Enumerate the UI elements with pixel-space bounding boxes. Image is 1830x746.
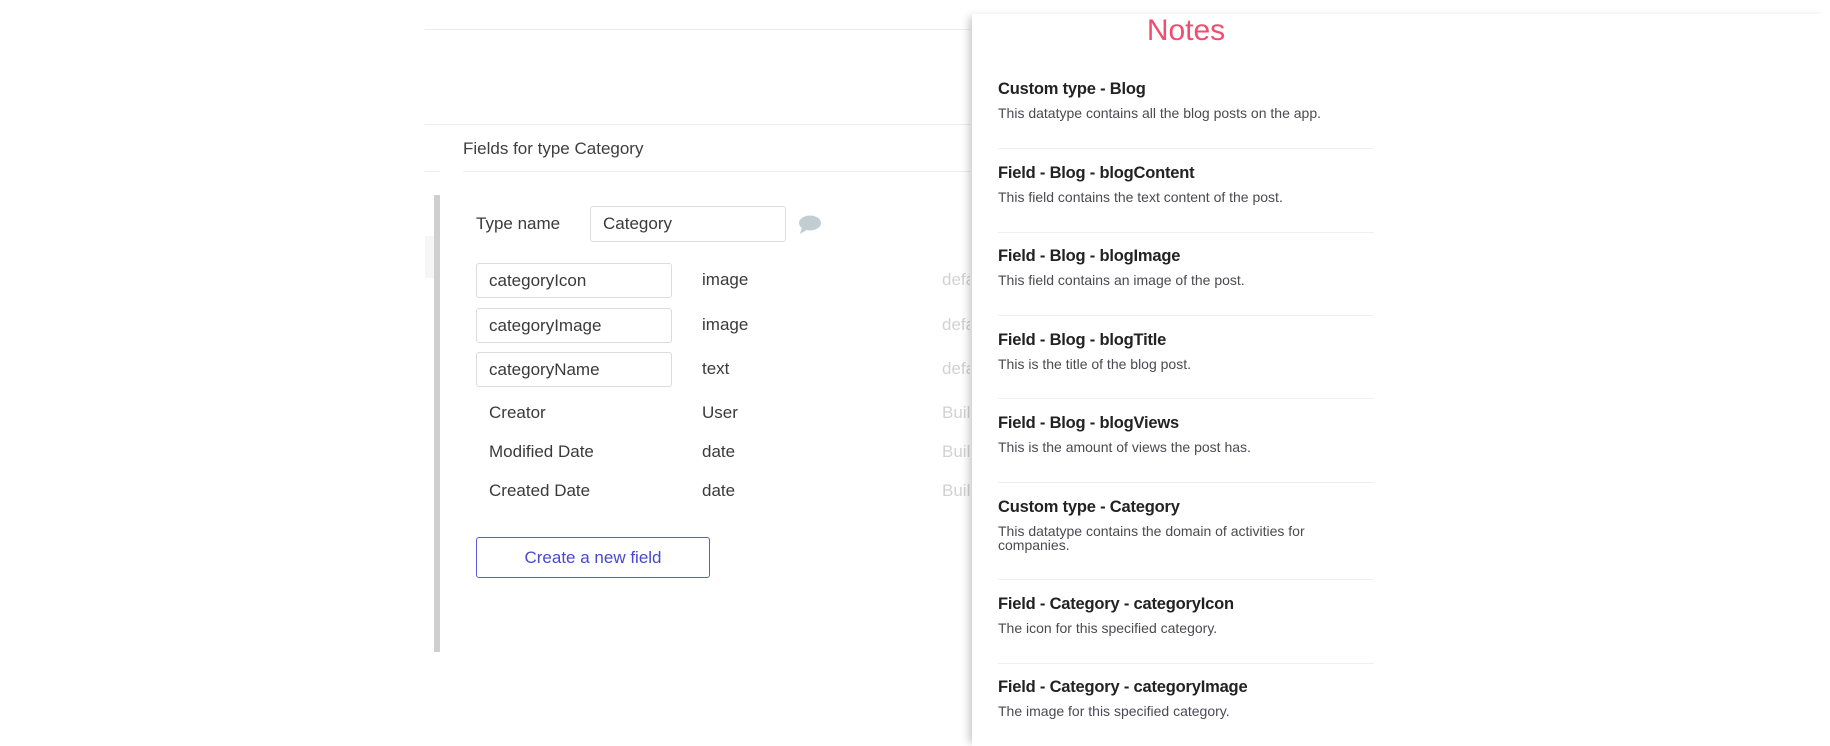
notes-panel: Notes Custom type - Blog This datatype c… <box>972 14 1830 746</box>
note-heading: Field - Blog - blogImage <box>998 247 1181 265</box>
note-description: The image for this specified category. <box>998 703 1230 719</box>
note-divider <box>998 482 1374 483</box>
builtin-field-note: Built-in <box>942 481 970 500</box>
note-divider <box>998 232 1374 233</box>
note-description: This datatype contains all the blog post… <box>998 105 1321 121</box>
builtin-field-type: date <box>702 481 736 500</box>
note-description: The icon for this specified category. <box>998 620 1218 636</box>
note-item[interactable]: Field - Blog - blogContent This field co… <box>998 164 1374 204</box>
note-heading: Custom type - Category <box>998 498 1180 516</box>
section-divider <box>425 124 970 125</box>
builtin-field-name: Modified Date <box>489 442 594 461</box>
builtin-field-name: Creator <box>489 403 546 422</box>
note-item[interactable]: Field - Blog - blogViews This is the amo… <box>998 414 1374 454</box>
note-divider <box>998 398 1374 399</box>
left-stub-divider <box>425 171 440 172</box>
note-item[interactable]: Field - Category - categoryImage The ima… <box>998 678 1374 718</box>
field-default[interactable]: default <box>942 315 970 335</box>
field-default[interactable]: default <box>942 359 970 379</box>
note-divider <box>998 315 1374 316</box>
builtin-field-type: date <box>702 442 736 461</box>
note-description: This field contains the text content of … <box>998 189 1283 205</box>
note-item[interactable]: Custom type - Category This datatype con… <box>998 498 1374 552</box>
field-type[interactable]: image <box>702 315 748 335</box>
note-heading: Field - Category - categoryImage <box>998 678 1248 696</box>
fields-panel-indicator <box>434 195 440 652</box>
top-divider <box>425 29 970 30</box>
note-divider <box>998 663 1374 664</box>
section-title: Fields for type Category <box>463 139 644 158</box>
field-default[interactable]: default <box>942 270 970 290</box>
note-item[interactable]: Field - Blog - blogTitle This is the tit… <box>998 331 1374 371</box>
note-heading: Field - Blog - blogContent <box>998 164 1195 182</box>
type-name-label: Type name <box>476 214 561 233</box>
note-description: This field contains an image of the post… <box>998 272 1245 288</box>
note-heading: Field - Blog - blogTitle <box>998 331 1167 349</box>
notes-title-text: Notes <box>1146 14 1226 47</box>
field-type[interactable]: text <box>702 359 729 379</box>
field-type[interactable]: image <box>702 270 748 290</box>
builtin-field-note: Built-in <box>942 403 970 422</box>
note-heading: Custom type - Blog <box>998 80 1146 98</box>
note-divider <box>998 579 1374 580</box>
left-edge-block <box>425 236 434 278</box>
section-title-underline <box>463 171 970 172</box>
note-heading: Field - Blog - blogViews <box>998 414 1179 432</box>
note-item[interactable]: Field - Blog - blogImage This field cont… <box>998 247 1374 287</box>
note-description: This datatype contains the domain of act… <box>998 523 1305 553</box>
note-item[interactable]: Field - Category - categoryIcon The icon… <box>998 595 1374 635</box>
note-divider <box>998 148 1374 149</box>
field-name-input[interactable]: categoryName <box>476 352 672 387</box>
builtin-field-name: Created Date <box>489 481 591 500</box>
note-description: This is the amount of views the post has… <box>998 439 1251 455</box>
create-new-field-button[interactable]: Create a new field <box>476 537 710 578</box>
field-name-input[interactable]: categoryImage <box>476 308 672 343</box>
builtin-field-type: User <box>702 403 738 422</box>
comment-icon[interactable] <box>796 214 822 236</box>
builtin-field-note: Built-in <box>942 442 970 461</box>
type-name-input[interactable]: Category <box>590 206 786 242</box>
note-item[interactable]: Custom type - Blog This datatype contain… <box>998 80 1374 120</box>
field-name-input[interactable]: categoryIcon <box>476 263 672 298</box>
note-heading: Field - Category - categoryIcon <box>998 595 1234 613</box>
note-description: This is the title of the blog post. <box>998 356 1191 372</box>
